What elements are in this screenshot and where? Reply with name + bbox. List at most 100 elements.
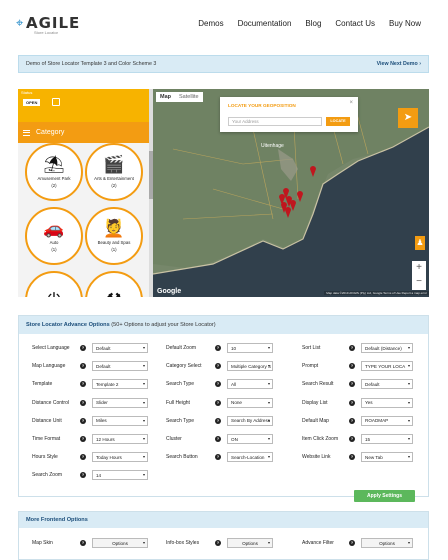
help-icon[interactable]: ? xyxy=(215,454,221,461)
advanced-options-header: Store Locator Advance Options (50+ Optio… xyxy=(19,316,428,334)
option-row: Hours Style? Today Hours ▾ xyxy=(32,452,148,463)
option-select[interactable]: Default ▾ xyxy=(361,379,413,390)
status-label: Status xyxy=(21,90,33,95)
help-icon[interactable]: ? xyxy=(80,436,86,442)
options-button[interactable]: Options ▾ xyxy=(92,538,148,548)
locate-me-icon[interactable]: ➤ xyxy=(398,108,418,128)
option-select[interactable]: 12 Hours ▾ xyxy=(92,434,148,444)
nav-contact[interactable]: Contact Us xyxy=(335,19,375,28)
chevron-down-icon: ▾ xyxy=(267,363,270,369)
options-button[interactable]: Options ▾ xyxy=(227,538,273,548)
option-select[interactable]: TYPE YOUR LOCA ▾ xyxy=(361,361,413,372)
option-select[interactable]: Multiple Category S ▾ xyxy=(227,361,273,372)
help-icon[interactable]: ? xyxy=(215,345,221,351)
more-option-row: Map Skin? Options ▾ xyxy=(32,538,148,548)
category-beauty[interactable]: 💆 Beauty and Spas (1) xyxy=(85,207,143,265)
option-select[interactable]: 10 ▾ xyxy=(227,343,273,353)
option-value: ROADMAP xyxy=(365,418,389,424)
option-select[interactable]: Default ▾ xyxy=(92,361,148,372)
option-select[interactable]: All ▾ xyxy=(227,379,273,390)
help-icon[interactable]: ? xyxy=(349,363,355,370)
chevron-down-icon: ▾ xyxy=(267,381,270,387)
help-icon[interactable]: ? xyxy=(215,540,221,546)
category-arts[interactable]: 🎬 Arts & Entertainment (2) xyxy=(85,143,143,201)
locate-button[interactable]: LOCATE xyxy=(326,117,350,126)
category-count: (2) xyxy=(111,183,117,188)
option-select[interactable]: Template 2 ▾ xyxy=(92,379,148,390)
address-input[interactable]: Your Address xyxy=(228,117,322,126)
help-icon[interactable]: ? xyxy=(349,381,355,388)
help-icon[interactable]: ? xyxy=(215,363,221,370)
option-select[interactable]: ON ▾ xyxy=(227,434,273,444)
help-icon[interactable]: ? xyxy=(349,540,355,546)
map-view[interactable]: Uitenhage Map Satellite LOCATE YOUR GEOP… xyxy=(153,89,429,297)
option-select[interactable]: Today Hours ▾ xyxy=(92,452,148,463)
option-label: Search Button xyxy=(166,454,198,461)
help-icon[interactable]: ? xyxy=(349,436,355,442)
option-select[interactable]: 14 ▾ xyxy=(92,470,148,481)
option-select[interactable]: Search By Address ▾ xyxy=(227,415,273,426)
option-row: Map Language? Default ▾ xyxy=(32,361,148,372)
option-select[interactable]: Default ▾ xyxy=(92,343,148,353)
logo[interactable]: ⌖ AGILE Store Locator xyxy=(16,14,80,35)
help-icon[interactable]: ? xyxy=(80,399,86,406)
tab-satellite[interactable]: Satellite xyxy=(175,92,203,102)
help-icon[interactable]: ? xyxy=(80,417,86,424)
category-header[interactable]: Category xyxy=(18,122,153,143)
option-select[interactable]: New Tab ▾ xyxy=(361,452,413,463)
category-power[interactable]: ⏻ xyxy=(25,271,83,297)
help-icon[interactable]: ? xyxy=(215,399,221,406)
option-value: 10 xyxy=(231,345,237,351)
chevron-down-icon: ▾ xyxy=(407,417,410,423)
help-icon[interactable]: ? xyxy=(215,381,221,388)
option-select[interactable]: 15 ▾ xyxy=(361,434,413,444)
option-label: Search Type xyxy=(166,417,194,424)
help-icon[interactable]: ? xyxy=(80,381,86,388)
option-select[interactable]: Default (Distance) ▾ xyxy=(361,343,413,353)
open-checkbox[interactable] xyxy=(52,98,60,106)
zoom-in-button[interactable]: + xyxy=(412,261,426,275)
option-select[interactable]: Search-Location ▾ xyxy=(227,452,273,463)
help-icon[interactable]: ? xyxy=(349,345,355,351)
help-icon[interactable]: ? xyxy=(80,454,86,461)
advanced-options-title: Store Locator Advance Options xyxy=(26,322,110,328)
category-amusement-park[interactable]: ⛱ Amusement Park (2) xyxy=(25,143,83,201)
tab-map[interactable]: Map xyxy=(156,92,175,102)
option-value: TYPE YOUR LOCA xyxy=(365,363,406,369)
options-button[interactable]: Options ▾ xyxy=(361,538,413,548)
option-select[interactable]: None ▾ xyxy=(227,397,273,408)
chevron-down-icon: ▾ xyxy=(142,472,145,478)
category-auto[interactable]: 🚗 Auto (1) xyxy=(25,207,83,265)
zoom-out-button[interactable]: − xyxy=(412,275,426,289)
more-option-row: Advance Filter? Options ▾ xyxy=(302,538,413,548)
next-demo-link[interactable]: View Next Demo › xyxy=(377,61,421,67)
apply-settings-button[interactable]: Apply Settings xyxy=(354,490,415,502)
open-filter[interactable]: OPEN xyxy=(23,99,41,106)
option-value: Search By Address xyxy=(231,418,271,424)
help-icon[interactable]: ? xyxy=(80,472,86,479)
help-icon[interactable]: ? xyxy=(215,436,221,442)
option-select[interactable]: ROADMAP ▾ xyxy=(361,415,413,426)
help-icon[interactable]: ? xyxy=(80,540,86,546)
close-icon[interactable]: × xyxy=(349,100,353,106)
nav-demos[interactable]: Demos xyxy=(198,19,223,28)
category-tools[interactable]: ⚒ xyxy=(85,271,143,297)
help-icon[interactable]: ? xyxy=(80,363,86,370)
option-row: Search Type? Search By Address ▾ xyxy=(166,415,273,426)
help-icon[interactable]: ? xyxy=(349,399,355,406)
chevron-right-icon: › xyxy=(419,61,421,67)
help-icon[interactable]: ? xyxy=(349,417,355,424)
help-icon[interactable]: ? xyxy=(80,345,86,351)
nav-blog[interactable]: Blog xyxy=(305,19,321,28)
help-icon[interactable]: ? xyxy=(215,417,221,424)
nav-documentation[interactable]: Documentation xyxy=(238,19,292,28)
option-select[interactable]: Slider ▾ xyxy=(92,397,148,408)
option-select[interactable]: Miles ▾ xyxy=(92,415,148,426)
chevron-down-icon: ▾ xyxy=(142,381,145,387)
option-select[interactable]: Yes ▾ xyxy=(361,397,413,408)
pegman-icon[interactable]: ♟ xyxy=(415,236,425,250)
more-option-row: Info-box Styles? Options ▾ xyxy=(166,538,273,548)
nav-buy-now[interactable]: Buy Now xyxy=(389,19,421,28)
option-row: Search Zoom? 14 ▾ xyxy=(32,470,148,481)
help-icon[interactable]: ? xyxy=(349,454,355,461)
